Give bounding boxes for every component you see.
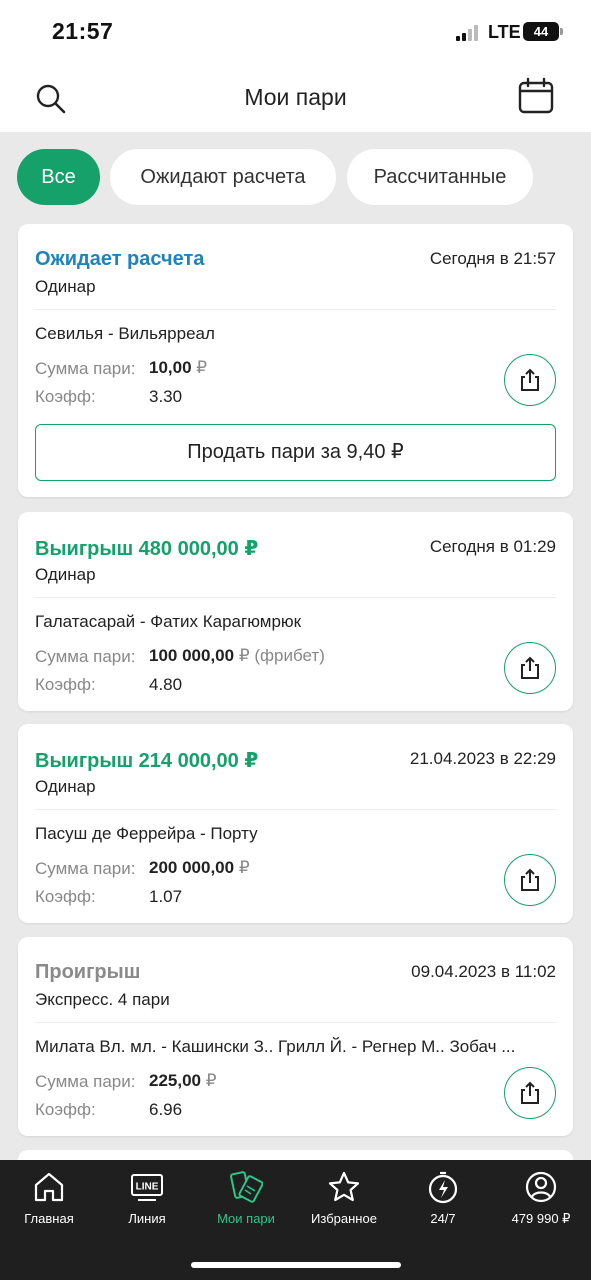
status-bar: 21:57 LTE 44 <box>0 0 591 62</box>
stake-value: 100 000,00 ₽ (фрибет) <box>149 646 325 666</box>
bet-date: 21.04.2023 в 22:29 <box>409 749 556 768</box>
stake-label: Сумма пари: <box>35 647 136 666</box>
coef-value: 3.30 <box>149 387 183 406</box>
battery-icon: 44 <box>523 22 563 41</box>
star-icon <box>328 1171 360 1202</box>
stake-amount: 200 000,00 <box>149 858 235 877</box>
top-app-bar: Мои пари <box>0 62 591 132</box>
stake-value: 10,00 ₽ <box>149 358 207 378</box>
stake-label: Сумма пари: <box>35 1072 136 1091</box>
coef-value: 1.07 <box>149 887 183 906</box>
bet-type: Одинар <box>35 277 96 296</box>
home-icon <box>34 1172 64 1202</box>
coef-label: Коэфф: <box>35 1100 96 1119</box>
stake-label: Сумма пари: <box>35 859 136 878</box>
page-title: Мои пари <box>244 84 347 110</box>
nav-live-label: 24/7 <box>430 1211 456 1226</box>
share-icon <box>521 1081 539 1104</box>
bet-status: Выигрыш 214 000,00 ₽ <box>35 750 259 772</box>
share-button[interactable] <box>504 1067 556 1119</box>
filter-all[interactable]: Все <box>17 149 100 205</box>
bet-date: Сегодня в 21:57 <box>429 249 556 268</box>
nav-favorites-label: Избранное <box>311 1211 377 1226</box>
sell-bet-button[interactable]: Продать пари за 9,40 ₽ <box>35 424 556 481</box>
nav-line[interactable]: LINE Линия <box>98 1160 196 1240</box>
share-icon <box>521 868 539 891</box>
share-button[interactable] <box>504 354 556 406</box>
bet-type: Экспресс. 4 пари <box>35 990 170 1009</box>
stake-currency: ₽ <box>238 858 250 877</box>
bet-card[interactable]: Ожидает расчета Сегодня в 21:57 Одинар С… <box>18 224 573 497</box>
bet-card[interactable]: Выигрыш 480 000,00 ₽ Сегодня в 01:29 Оди… <box>18 512 573 711</box>
bet-date: Сегодня в 01:29 <box>429 537 556 556</box>
home-indicator <box>191 1262 401 1268</box>
tickets-icon <box>230 1171 263 1203</box>
nav-live-24-7[interactable]: 24/7 <box>394 1160 492 1240</box>
line-icon: LINE <box>131 1174 163 1201</box>
filter-settled[interactable]: Рассчитанные <box>347 149 533 205</box>
stake-label: Сумма пари: <box>35 359 136 378</box>
share-icon <box>521 368 539 391</box>
coef-value: 4.80 <box>149 675 183 694</box>
nav-my-bets[interactable]: Мои пари <box>197 1160 295 1240</box>
nav-my-bets-label: Мои пари <box>217 1211 275 1226</box>
stake-amount: 100 000,00 <box>149 646 235 665</box>
bet-card[interactable]: Выигрыш 214 000,00 ₽ 21.04.2023 в 22:29 … <box>18 724 573 923</box>
stake-value: 225,00 ₽ <box>149 1071 217 1091</box>
share-icon <box>521 656 539 679</box>
status-time: 21:57 <box>52 18 114 44</box>
bet-date: 09.04.2023 в 11:02 <box>411 962 556 981</box>
bet-status: Ожидает расчета <box>35 248 205 270</box>
network-type: LTE <box>488 22 521 42</box>
divider <box>35 597 556 598</box>
bet-type: Одинар <box>35 565 96 584</box>
divider <box>35 309 556 310</box>
profile-icon <box>525 1171 557 1203</box>
stake-amount: 225,00 <box>149 1071 201 1090</box>
bet-status: Проигрыш <box>35 961 141 983</box>
coef-label: Коэфф: <box>35 387 96 406</box>
divider <box>35 809 556 810</box>
share-button[interactable] <box>504 854 556 906</box>
bet-status: Выигрыш 480 000,00 ₽ <box>35 538 259 560</box>
nav-favorites[interactable]: Избранное <box>295 1160 393 1240</box>
stake-amount: 10,00 <box>149 358 192 377</box>
stake-currency: ₽ <box>238 646 250 665</box>
bet-event: Пасуш де Феррейра - Порту <box>35 824 258 843</box>
stake-note: (фрибет) <box>254 646 325 665</box>
stake-currency: ₽ <box>205 1071 217 1090</box>
nav-profile-balance[interactable]: 479 990 ₽ <box>492 1160 590 1240</box>
nav-home-label: Главная <box>24 1211 74 1226</box>
coef-label: Коэфф: <box>35 675 96 694</box>
divider <box>35 1022 556 1023</box>
svg-text:LINE: LINE <box>136 1182 159 1193</box>
nav-home[interactable]: Главная <box>0 1160 98 1240</box>
stake-currency: ₽ <box>196 358 208 377</box>
bet-type: Одинар <box>35 777 96 796</box>
coef-label: Коэфф: <box>35 887 96 906</box>
bet-event: Галатасарай - Фатих Карагюмрюк <box>35 612 302 631</box>
coef-value: 6.96 <box>149 1100 183 1119</box>
bet-card[interactable]: Проигрыш 09.04.2023 в 11:02 Экспресс. 4 … <box>18 937 573 1136</box>
stopwatch-icon <box>428 1171 458 1204</box>
bet-event: Милата Вл. мл. - Кашински З.. Грилл Й. -… <box>35 1037 516 1056</box>
stake-value: 200 000,00 ₽ <box>149 858 250 878</box>
filter-bar: Все Ожидают расчета Рассчитанные <box>0 132 591 222</box>
nav-line-label: Линия <box>128 1211 166 1226</box>
balance-label: 479 990 ₽ <box>511 1211 571 1226</box>
filter-pending[interactable]: Ожидают расчета <box>110 149 336 205</box>
signal-icon <box>456 24 482 41</box>
share-button[interactable] <box>504 642 556 694</box>
calendar-icon[interactable] <box>516 76 556 116</box>
bet-event: Севилья - Вильярреал <box>35 324 215 343</box>
